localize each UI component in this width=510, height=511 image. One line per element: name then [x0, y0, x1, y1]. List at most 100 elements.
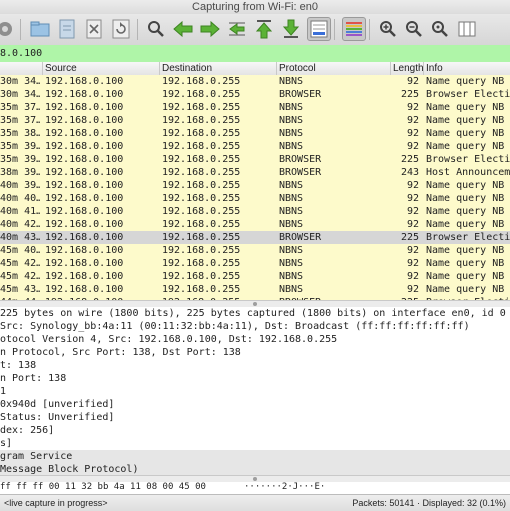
cell-time: 40m 43…	[0, 232, 40, 243]
column-header-source[interactable]: Source	[42, 62, 159, 75]
packet-row[interactable]: 45m 42… 192.168.0.100 192.168.0.255 NBNS 92 N…	[0, 270, 510, 283]
detail-tree-line[interactable]: otocol Version 4, Src: 192.168.0.100, Ds…	[0, 333, 510, 346]
detail-tree-line[interactable]: 225 bytes on wire (1800 bits), 225 bytes…	[0, 307, 510, 320]
cell-info: Browser Electio	[426, 89, 510, 100]
packet-list[interactable]: Source Destination Protocol Length Info …	[0, 62, 510, 300]
detail-tree-line[interactable]: Message Block Protocol)	[0, 463, 510, 475]
cell-time: 35m 39…	[0, 141, 40, 152]
cell-protocol: NBNS	[279, 115, 304, 126]
zoom-out-icon[interactable]	[403, 18, 425, 40]
column-header-destination[interactable]: Destination	[159, 62, 276, 75]
cell-info: Name query NB N	[426, 76, 510, 87]
detail-tree-line[interactable]: n Port: 138	[0, 372, 510, 385]
cell-destination: 192.168.0.255	[162, 232, 241, 243]
cell-protocol: NBNS	[279, 180, 304, 191]
cell-info: Name query NB N	[426, 102, 510, 113]
cell-info: Name query NB N	[426, 115, 510, 126]
cell-length: 92	[406, 193, 419, 204]
cell-info: Name query NB N	[426, 206, 510, 217]
save-file-icon[interactable]	[56, 18, 78, 40]
cell-time: 40m 39…	[0, 180, 40, 191]
cell-protocol: NBNS	[279, 193, 304, 204]
cell-time: 35m 37…	[0, 102, 40, 113]
cell-length: 92	[406, 258, 419, 269]
detail-tree-line[interactable]: dex: 256]	[0, 424, 510, 437]
packet-row[interactable]: 35m 37… 192.168.0.100 192.168.0.255 NBNS 92 N…	[0, 114, 510, 127]
cell-source: 192.168.0.100	[45, 102, 124, 113]
bytes-ascii: ·······2·J···E·	[244, 482, 326, 492]
detail-tree-line[interactable]: Src: Synology_bb:4a:11 (00:11:32:bb:4a:1…	[0, 320, 510, 333]
find-packet-icon[interactable]	[145, 18, 167, 40]
go-forward-icon[interactable]	[199, 18, 221, 40]
cell-length: 92	[406, 219, 419, 230]
column-header-length[interactable]: Length	[390, 62, 424, 75]
packet-row[interactable]: 35m 39… 192.168.0.100 192.168.0.255 NBNS 92 N…	[0, 140, 510, 153]
packet-row[interactable]: 35m 37… 192.168.0.100 192.168.0.255 NBNS 92 N…	[0, 101, 510, 114]
cell-time: 40m 41…	[0, 206, 40, 217]
packet-row[interactable]: 45m 43… 192.168.0.100 192.168.0.255 NBNS 92 N…	[0, 283, 510, 296]
packet-row[interactable]: 40m 39… 192.168.0.100 192.168.0.255 NBNS 92 N…	[0, 179, 510, 192]
open-file-icon[interactable]	[29, 18, 51, 40]
detail-tree-line[interactable]: s]	[0, 437, 510, 450]
detail-tree-line[interactable]: gram Service	[0, 450, 510, 463]
packet-details-pane[interactable]: 225 bytes on wire (1800 bits), 225 bytes…	[0, 307, 510, 475]
cell-source: 192.168.0.100	[45, 141, 124, 152]
go-first-icon[interactable]	[253, 18, 275, 40]
packet-row-selected[interactable]: 40m 43… 192.168.0.100 192.168.0.255 BROWSER…	[0, 231, 510, 244]
packet-row[interactable]: 45m 42… 192.168.0.100 192.168.0.255 NBNS 92 N…	[0, 257, 510, 270]
go-back-icon[interactable]	[172, 18, 194, 40]
cell-destination: 192.168.0.255	[162, 206, 241, 217]
detail-tree-line[interactable]: 0x940d [unverified]	[0, 398, 510, 411]
packet-row[interactable]: 35m 39… 192.168.0.100 192.168.0.255 BROWSER…	[0, 153, 510, 166]
cell-source: 192.168.0.100	[45, 284, 124, 295]
cell-length: 225	[400, 154, 419, 165]
cell-info: Browser Electio	[426, 232, 510, 243]
packet-row[interactable]: 30m 34… 192.168.0.100 192.168.0.255 NBNS 92 N…	[0, 75, 510, 88]
detail-tree-line[interactable]: t: 138	[0, 359, 510, 372]
packet-row[interactable]: 35m 38… 192.168.0.100 192.168.0.255 NBNS 92 N…	[0, 127, 510, 140]
detail-tree-line[interactable]: Status: Unverified]	[0, 411, 510, 424]
cell-protocol: NBNS	[279, 219, 304, 230]
cell-destination: 192.168.0.255	[162, 102, 241, 113]
resize-columns-icon[interactable]	[456, 18, 478, 40]
detail-tree-line[interactable]: n Protocol, Src Port: 138, Dst Port: 138	[0, 346, 510, 359]
packet-row[interactable]: 30m 34… 192.168.0.100 192.168.0.255 BROWSER…	[0, 88, 510, 101]
column-header-protocol[interactable]: Protocol	[276, 62, 391, 75]
main-toolbar	[0, 14, 510, 46]
detail-tree-line[interactable]: 1	[0, 385, 510, 398]
cell-protocol: NBNS	[279, 284, 304, 295]
cell-time: 45m 40…	[0, 245, 40, 256]
column-header-info[interactable]: Info	[423, 62, 510, 75]
zoom-reset-icon[interactable]	[429, 18, 451, 40]
go-to-packet-icon[interactable]	[226, 18, 248, 40]
cell-time: 38m 39…	[0, 167, 40, 178]
cell-time: 40m 42…	[0, 219, 40, 230]
cell-source: 192.168.0.100	[45, 219, 124, 230]
colorize-icon[interactable]	[342, 17, 366, 41]
packet-row[interactable]: 40m 40… 192.168.0.100 192.168.0.255 NBNS 92 N…	[0, 192, 510, 205]
cell-info: Host Announceme	[426, 167, 510, 178]
packet-row[interactable]: 40m 41… 192.168.0.100 192.168.0.255 NBNS 92 N…	[0, 205, 510, 218]
zoom-in-icon[interactable]	[377, 18, 399, 40]
display-filter-input[interactable]: 8.0.100	[0, 45, 510, 63]
packet-bytes-pane[interactable]: ff ff ff 00 11 32 bb 4a 11 08 00 45 00 ··…	[0, 482, 510, 493]
cell-source: 192.168.0.100	[45, 76, 124, 87]
cell-info: Name query NB N	[426, 284, 510, 295]
cell-info: Name query NB N	[426, 219, 510, 230]
cell-source: 192.168.0.100	[45, 128, 124, 139]
packet-row[interactable]: 38m 39… 192.168.0.100 192.168.0.255 BROWSER…	[0, 166, 510, 179]
options-gear-icon[interactable]	[0, 18, 16, 40]
cell-protocol: NBNS	[279, 258, 304, 269]
cell-protocol: NBNS	[279, 271, 304, 282]
cell-protocol: BROWSER	[279, 89, 322, 100]
packet-row[interactable]: 45m 40… 192.168.0.100 192.168.0.255 NBNS 92 N…	[0, 244, 510, 257]
autoscroll-icon[interactable]	[307, 17, 331, 41]
cell-time: 35m 37…	[0, 115, 40, 126]
cell-protocol: BROWSER	[279, 154, 322, 165]
go-last-icon[interactable]	[280, 18, 302, 40]
cell-destination: 192.168.0.255	[162, 193, 241, 204]
cell-source: 192.168.0.100	[45, 115, 124, 126]
close-file-icon[interactable]	[83, 18, 105, 40]
reload-icon[interactable]	[110, 18, 132, 40]
packet-row[interactable]: 40m 42… 192.168.0.100 192.168.0.255 NBNS 92 N…	[0, 218, 510, 231]
